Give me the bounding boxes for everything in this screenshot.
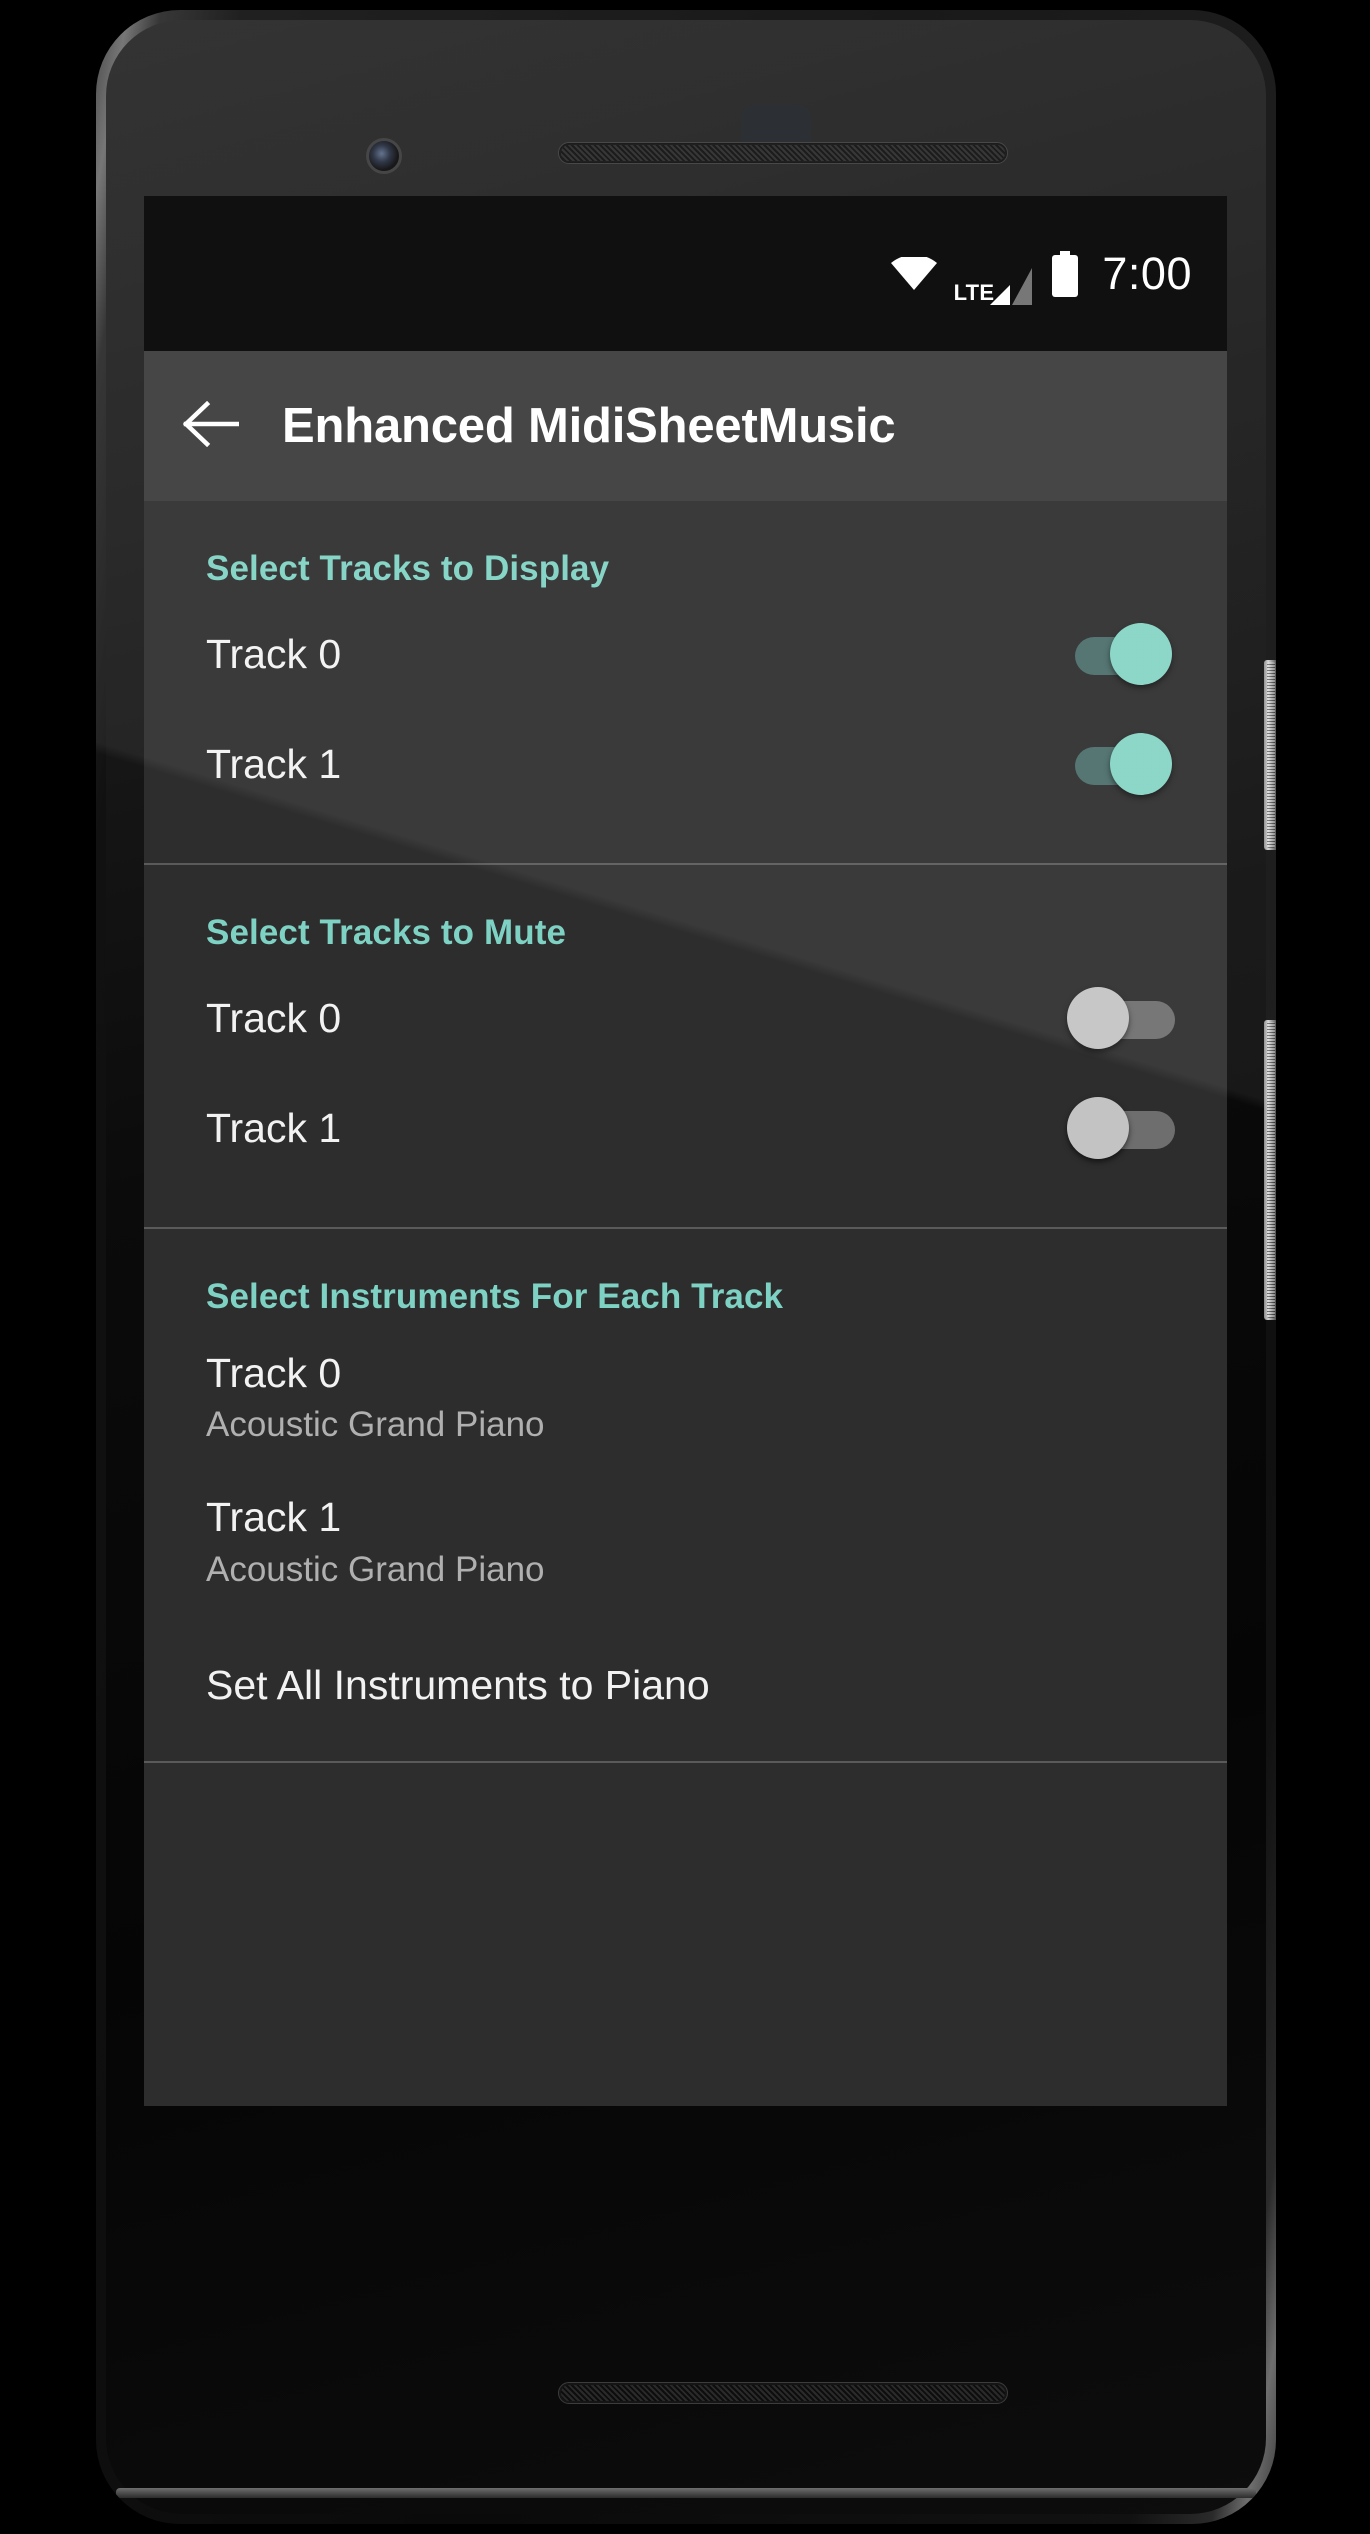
wifi-icon: [890, 256, 937, 291]
bottom-speaker-icon: [558, 2382, 1008, 2404]
volume-rocker-button[interactable]: [1264, 1020, 1276, 1320]
toggle-thumb: [1110, 733, 1172, 795]
section-bottom-spacer: [144, 1183, 1227, 1227]
set-all-instruments-label: Set All Instruments to Piano: [206, 1661, 710, 1708]
section-header-mute: Select Tracks to Mute: [206, 913, 567, 952]
section-bottom-spacer: [144, 819, 1227, 863]
instrument-title-1: Track 1: [206, 1494, 342, 1541]
track-display-row-0[interactable]: Track 0: [144, 599, 1227, 709]
track-display-label-0: Track 0: [206, 630, 342, 677]
instrument-subtitle-0: Acoustic Grand Piano: [206, 1405, 545, 1445]
back-button[interactable]: [180, 395, 242, 457]
earpiece-speaker-icon: [558, 142, 1008, 164]
mobile-signal-group: LTE: [954, 242, 1035, 306]
content-bottom-area: [144, 1760, 1227, 1849]
track-mute-toggle-0[interactable]: [1067, 987, 1175, 1049]
section-select-tracks-to-mute: Select Tracks to Mute Track 0 Track 1: [144, 863, 1227, 1227]
track-mute-label-1: Track 1: [206, 1104, 342, 1151]
instrument-title-0: Track 0: [206, 1350, 342, 1396]
set-all-instruments-to-piano-button[interactable]: Set All Instruments to Piano: [144, 1616, 1227, 1761]
toggle-thumb: [1067, 987, 1129, 1049]
toggle-thumb: [1067, 1097, 1129, 1159]
section-select-tracks-to-display: Select Tracks to Display Track 0 Track 1: [144, 501, 1227, 863]
instrument-row-0[interactable]: Track 0 Acoustic Grand Piano: [144, 1327, 1227, 1471]
network-type-label: LTE: [953, 279, 995, 305]
instrument-row-1[interactable]: Track 1 Acoustic Grand Piano: [144, 1471, 1227, 1615]
status-bar-clock: 7:00: [1102, 247, 1192, 299]
track-mute-row-1[interactable]: Track 1: [144, 1073, 1227, 1183]
signal-bars-icon: [990, 267, 1034, 306]
track-mute-toggle-1[interactable]: [1067, 1097, 1175, 1159]
power-button[interactable]: [1264, 660, 1276, 850]
volume-button-texture: [1267, 1022, 1275, 1318]
track-display-row-1[interactable]: Track 1: [144, 709, 1227, 819]
track-display-toggle-1[interactable]: [1067, 733, 1172, 795]
track-display-toggle-0[interactable]: [1067, 623, 1172, 685]
front-camera-icon: [366, 138, 402, 174]
instrument-subtitle-1: Acoustic Grand Piano: [206, 1549, 545, 1589]
track-display-label-1: Track 1: [206, 740, 342, 787]
device-chin-edge: [116, 2488, 1256, 2498]
track-mute-row-0[interactable]: Track 0: [144, 963, 1227, 1073]
section-header-display: Select Tracks to Display: [206, 549, 610, 588]
app-bar: Enhanced MidiSheetMusic: [144, 351, 1227, 501]
toggle-thumb: [1110, 623, 1172, 685]
arrow-back-icon: [182, 400, 240, 452]
page-title: Enhanced MidiSheetMusic: [282, 399, 896, 453]
settings-content: Select Tracks to Display Track 0 Track 1…: [144, 501, 1227, 2106]
bottom-spacer: [144, 1763, 1227, 1849]
power-button-texture: [1267, 662, 1275, 848]
status-bar: LTE 7:00: [144, 196, 1227, 351]
track-mute-label-0: Track 0: [206, 994, 342, 1041]
section-header-instruments: Select Instruments For Each Track: [206, 1277, 784, 1316]
battery-full-icon: [1051, 250, 1079, 297]
section-select-instruments: Select Instruments For Each Track Track …: [144, 1227, 1227, 1761]
phone-screen: LTE 7:00 Enhanced MidiSheetMusic Select …: [144, 196, 1227, 2106]
